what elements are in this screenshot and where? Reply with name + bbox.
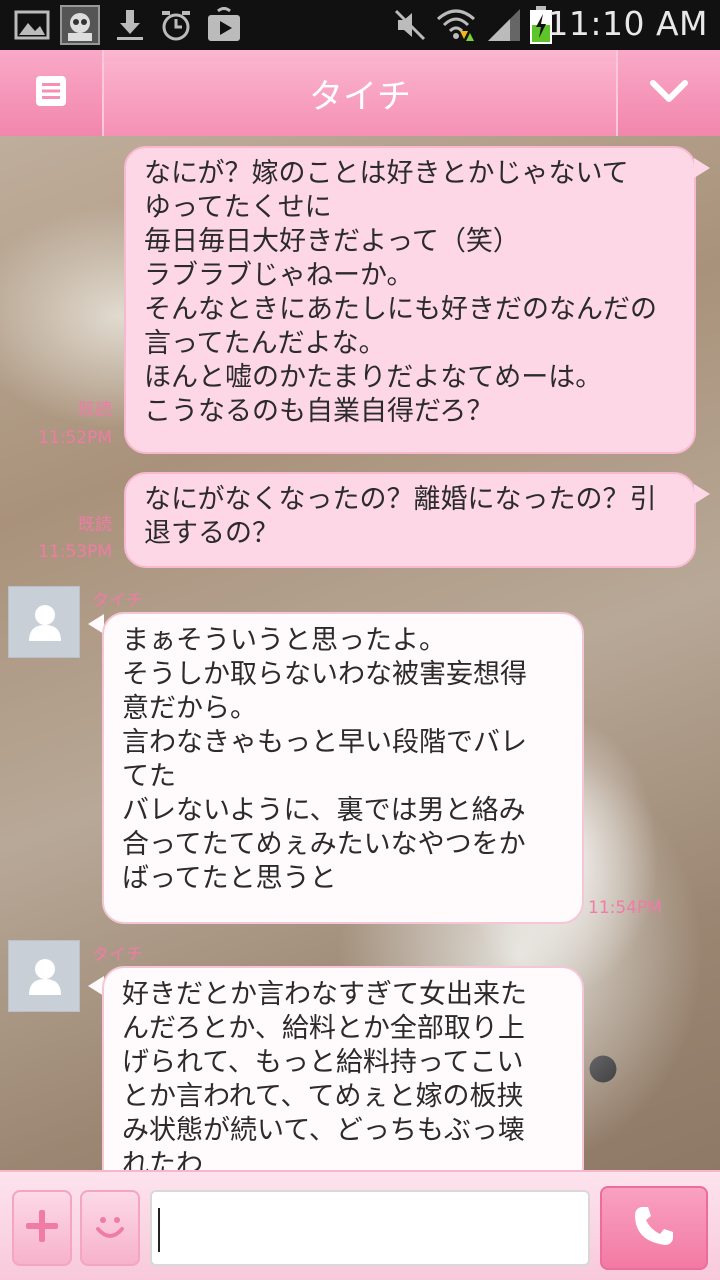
signal-icon (484, 7, 524, 43)
text-cursor (158, 1208, 160, 1252)
status-time: 11:10 AM (547, 4, 708, 43)
status-bar: 11:10 AM (0, 0, 720, 50)
chat-area[interactable]: なにが？嫁のことは好きとかじゃないて ゆってたくせに 毎日毎日大好きだよって（笑… (0, 136, 720, 1170)
download-icon (112, 7, 148, 43)
avatar[interactable] (8, 940, 80, 1012)
phone-icon (631, 1203, 677, 1253)
read-receipt: 既読 (78, 400, 112, 420)
received-message-bubble[interactable]: 好きだとか言わなすぎて女出来た んだろとか、給料とか全部取り上 げられて、もっと… (102, 966, 584, 1170)
bubble-tail (694, 158, 710, 178)
default-user-icon (9, 959, 79, 1011)
emoji-button[interactable] (80, 1190, 140, 1266)
sent-message-bubble[interactable]: なにが？嫁のことは好きとかじゃないて ゆってたくせに 毎日毎日大好きだよって（笑… (124, 146, 696, 454)
chat-title: タイチ (309, 76, 411, 117)
play-store-icon (206, 7, 242, 43)
input-bar (0, 1170, 720, 1280)
gallery-icon (14, 7, 50, 43)
message-time: 11:54PM (588, 898, 662, 918)
chevron-down-icon (649, 77, 689, 109)
bubble-tail (694, 484, 710, 504)
message-time: 11:52PM (38, 428, 112, 448)
sender-name: タイチ (92, 945, 143, 965)
mute-icon (392, 7, 428, 43)
wifi-icon (436, 7, 476, 43)
plus-icon (24, 1208, 60, 1248)
avatar[interactable] (8, 586, 80, 658)
sender-name: タイチ (92, 591, 143, 611)
app-avatar-icon (60, 5, 100, 45)
smiley-icon (91, 1207, 129, 1249)
menu-list-icon (34, 74, 68, 112)
call-button[interactable] (600, 1186, 708, 1270)
received-message-bubble[interactable]: まぁそういうと思ったよ。 そうしか取らないわな被害妄想得 意だから。 言わなきゃ… (102, 612, 584, 924)
message-time: 11:53PM (38, 542, 112, 562)
message-input[interactable] (150, 1190, 590, 1266)
read-receipt: 既読 (78, 515, 112, 535)
sent-message-bubble[interactable]: なにがなくなったの？離婚になったの？引 退するの？ (124, 472, 696, 568)
plus-button[interactable] (12, 1190, 72, 1266)
dropdown-button[interactable] (616, 50, 720, 136)
default-user-icon (9, 605, 79, 657)
chat-header: タイチ (0, 50, 720, 136)
menu-button[interactable] (0, 50, 104, 136)
alarm-icon (158, 7, 194, 43)
